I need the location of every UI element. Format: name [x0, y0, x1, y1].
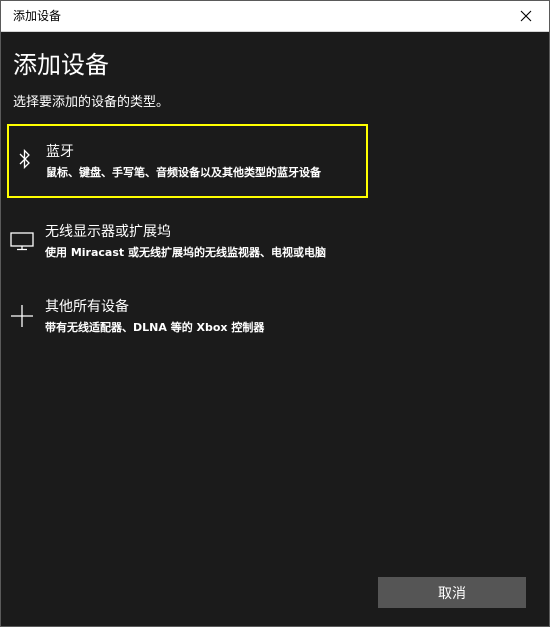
close-icon [520, 10, 532, 22]
plus-icon [9, 303, 35, 329]
option-bluetooth[interactable]: 蓝牙 鼠标、键盘、手写笔、音频设备以及其他类型的蓝牙设备 [7, 124, 368, 198]
option-description: 带有无线适配器、DLNA 等的 Xbox 控制器 [45, 321, 265, 334]
option-label: 其他所有设备 [45, 299, 129, 315]
page-subtitle: 选择要添加的设备的类型。 [13, 95, 170, 110]
option-other-devices[interactable]: 其他所有设备 带有无线适配器、DLNA 等的 Xbox 控制器 [7, 279, 368, 353]
option-description: 鼠标、键盘、手写笔、音频设备以及其他类型的蓝牙设备 [46, 166, 321, 179]
add-device-dialog: 添加设备 添加设备 选择要添加的设备的类型。 蓝牙 鼠标、键盘、手写笔、音频设备… [0, 0, 550, 627]
option-label: 无线显示器或扩展坞 [45, 224, 171, 240]
bluetooth-icon [12, 146, 38, 172]
cancel-button[interactable]: 取消 [378, 577, 526, 608]
page-title: 添加设备 [13, 51, 109, 79]
window-title: 添加设备 [13, 9, 62, 23]
option-description: 使用 Miracast 或无线扩展坞的无线监视器、电视或电脑 [45, 246, 326, 259]
close-button[interactable] [503, 1, 549, 31]
monitor-icon [9, 228, 35, 254]
option-wireless-display[interactable]: 无线显示器或扩展坞 使用 Miracast 或无线扩展坞的无线监视器、电视或电脑 [7, 204, 368, 278]
option-label: 蓝牙 [46, 144, 74, 160]
title-bar: 添加设备 [1, 1, 549, 32]
